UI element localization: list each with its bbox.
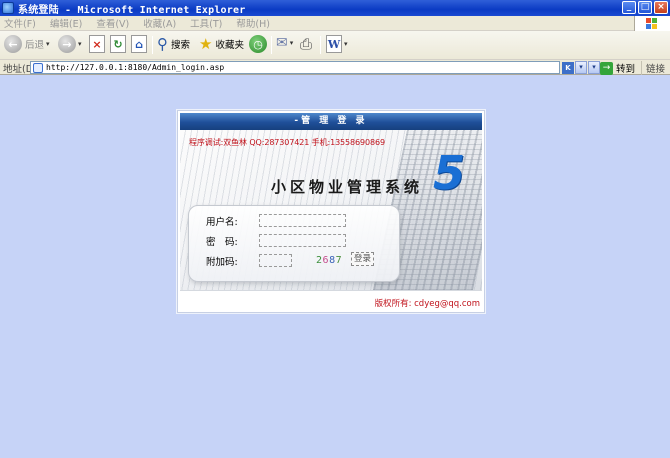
maximize-button[interactable]: □ [638, 1, 652, 14]
menu-view[interactable]: 查看(V) [96, 16, 129, 30]
menu-tools[interactable]: 工具(T) [190, 16, 222, 30]
back-arrow-icon: ← [4, 35, 22, 53]
mail-dropdown-icon[interactable]: ▾ [290, 39, 294, 47]
stop-button[interactable]: × [89, 35, 105, 53]
windows-flag-icon [646, 18, 658, 29]
system-title: 小区物业管理系统 [271, 178, 424, 196]
close-button[interactable]: × [654, 1, 668, 14]
window-title: 系统登陆 - Microsoft Internet Explorer [18, 4, 246, 16]
developer-credit: 程序调试:双鱼林 QQ:287307421 手机:13558690869 [189, 138, 385, 147]
forward-button[interactable]: → ▾ [58, 35, 82, 53]
page-scrollbar[interactable] [658, 76, 670, 458]
stop-icon: × [89, 35, 105, 53]
favorites-button[interactable]: ★ 收藏夹 [199, 35, 244, 53]
menu-favorites[interactable]: 收藏(A) [143, 16, 176, 30]
search-icon: ⚲ [157, 35, 168, 53]
back-dropdown-icon[interactable]: ▾ [46, 40, 50, 48]
go-arrow-icon: → [600, 61, 613, 75]
address-dropdown-icon[interactable]: ▾ [575, 61, 587, 74]
print-icon: ⎙ [300, 35, 313, 53]
back-label: 后退 [25, 40, 45, 51]
menu-edit[interactable]: 编辑(E) [50, 16, 82, 30]
favorites-label: 收藏夹 [215, 40, 244, 51]
captcha-label: 附加码: [206, 257, 238, 268]
address-url[interactable]: http://127.0.0.1:8180/Admin_login.asp [46, 63, 224, 72]
version-number-5: 5 [433, 146, 466, 200]
refresh-button[interactable]: ↻ [110, 35, 126, 53]
word-icon: W [326, 35, 342, 53]
favorites-star-icon: ★ [199, 35, 213, 53]
password-input[interactable] [259, 234, 346, 247]
toolbar-separator [271, 36, 272, 54]
history-icon: ◷ [249, 35, 267, 53]
search-button[interactable]: ⚲ 搜索 [157, 35, 190, 53]
toolbar-separator [152, 36, 153, 54]
page-icon [33, 62, 43, 73]
login-form: 用户名: 密 码: 附加码: 2687 登录 [188, 205, 400, 282]
login-panel: -管 理 登 录 5 程序调试:双鱼林 QQ:287307421 手机:1355… [177, 110, 485, 313]
password-label: 密 码: [206, 237, 238, 248]
home-icon: ⌂ [131, 35, 147, 53]
k-toolbar-icon[interactable]: K [562, 61, 574, 74]
title-bar: 系统登陆 - Microsoft Internet Explorer _ □ × [0, 0, 670, 16]
toolbar: ← 后退 ▾ → ▾ × ↻ ⌂ ⚲ 搜索 ★ 收藏夹 ◷ ✉ ▾ ⎙ W ▾ [0, 31, 670, 60]
username-input[interactable] [259, 214, 346, 227]
menu-bar: 文件(F) 编辑(E) 查看(V) 收藏(A) 工具(T) 帮助(H) [0, 16, 670, 31]
menu-help[interactable]: 帮助(H) [236, 16, 270, 30]
history-button[interactable]: ◷ [249, 35, 267, 53]
captcha-image[interactable]: 2687 [316, 255, 342, 266]
menu-file[interactable]: 文件(F) [4, 16, 36, 30]
captcha-input[interactable] [259, 254, 292, 267]
windows-logo [634, 16, 670, 31]
copyright-text: 版权所有: cdyeg@qq.com [374, 299, 480, 309]
mail-button[interactable]: ✉ ▾ [276, 35, 293, 51]
back-button[interactable]: ← 后退 ▾ [4, 35, 50, 53]
login-body: 5 程序调试:双鱼林 QQ:287307421 手机:13558690869 小… [180, 130, 482, 290]
address-dropdown-button[interactable]: ▾ [588, 61, 600, 74]
word-button[interactable]: W ▾ [326, 35, 348, 53]
forward-arrow-icon: → [58, 35, 76, 53]
login-header: -管 理 登 录 [180, 113, 482, 130]
login-footer: 版权所有: cdyeg@qq.com [180, 290, 482, 311]
home-button[interactable]: ⌂ [131, 35, 147, 53]
links-button[interactable]: 链接 [641, 61, 665, 75]
address-bar: 地址(D) http://127.0.0.1:8180/Admin_login.… [0, 60, 670, 75]
ie-icon [2, 2, 14, 14]
mail-icon: ✉ [276, 35, 288, 51]
window-controls: _ □ × [622, 1, 668, 14]
minimize-button[interactable]: _ [622, 1, 636, 14]
login-button[interactable]: 登录 [351, 252, 374, 266]
forward-dropdown-icon[interactable]: ▾ [78, 40, 82, 48]
refresh-icon: ↻ [110, 35, 126, 53]
address-tools: K ▾ ▾ [562, 61, 600, 74]
username-label: 用户名: [206, 217, 238, 228]
word-dropdown-icon[interactable]: ▾ [344, 40, 348, 48]
address-input[interactable]: http://127.0.0.1:8180/Admin_login.asp [30, 61, 560, 74]
print-button[interactable]: ⎙ [300, 35, 312, 53]
search-label: 搜索 [171, 40, 191, 51]
captcha-char: 7 [335, 255, 343, 266]
go-button[interactable]: → 转到 [600, 61, 635, 75]
go-label: 转到 [616, 64, 636, 75]
toolbar-separator [320, 36, 321, 54]
